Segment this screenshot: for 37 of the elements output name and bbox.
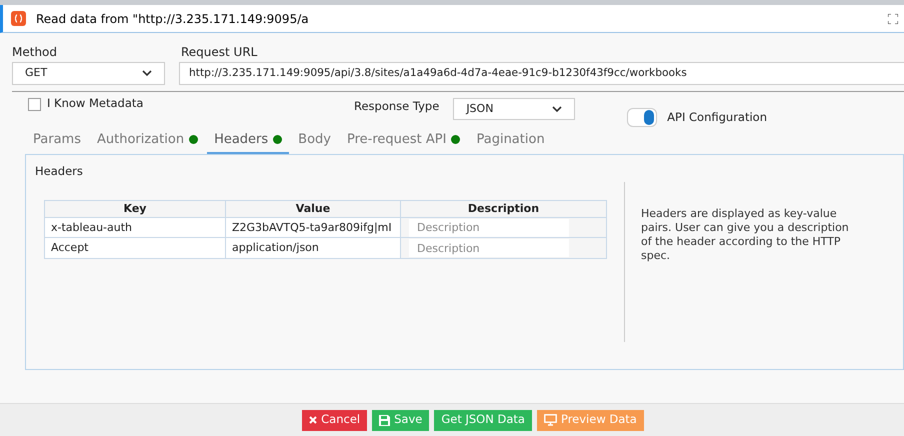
window-title: Read data from "http://3.235.171.149:9095/a [36, 10, 310, 28]
section-title: Headers [35, 163, 84, 180]
value-field[interactable]: application/json [226, 238, 401, 258]
column-header: Value [226, 201, 401, 218]
save-button[interactable]: Save [372, 410, 430, 430]
tab[interactable]: Pre-request API [340, 128, 468, 154]
url-field[interactable]: http://3.235.171.149:9095/api/3.8/sites/a1a49a6d-4d7a-4eae-91c9-b1230f43f9cc/workbooks [179, 62, 904, 85]
chevron-down-icon [552, 106, 562, 112]
chevron-down-icon [142, 70, 152, 77]
monitor-icon [544, 414, 557, 426]
tab[interactable]: Pagination [469, 128, 552, 154]
response-type-label: Response Type [354, 98, 440, 115]
tab[interactable]: Params [26, 128, 88, 154]
checkbox[interactable] [28, 98, 41, 110]
column-header: Description [466, 201, 540, 218]
maximize-icon[interactable] [888, 14, 898, 24]
url-label: Request URL [181, 44, 258, 58]
value-field[interactable]: Z2G3bAVTQ5-ta9ar809ifg|mI [226, 218, 401, 238]
tab[interactable]: Authorization [90, 128, 206, 154]
close-icon [309, 416, 318, 424]
preview-button[interactable]: Preview Data [536, 410, 644, 430]
checkbox-label: I Know Metadata [47, 95, 144, 112]
toggle-label: API Configuration [667, 108, 767, 126]
table-cell: Accept [45, 238, 226, 258]
description-field[interactable]: Description [409, 218, 569, 237]
cancel-button[interactable]: Cancel [302, 410, 368, 430]
app-icon [11, 11, 26, 26]
toggle-switch[interactable] [627, 108, 658, 127]
tab[interactable]: Body [291, 128, 338, 154]
get-data-button[interactable]: Get JSON Data [434, 410, 532, 430]
table-cell: x-tableau-auth [45, 218, 226, 238]
method-select[interactable]: GET [12, 62, 165, 85]
response-type-select[interactable]: JSON [453, 98, 576, 120]
column-header: Key [45, 201, 226, 218]
help-text: Headers are displayed as key-value pairs. User can give you a description of the header according to the HTTP spec. [641, 207, 850, 264]
method-label: Method [12, 44, 58, 58]
description-field[interactable]: Description [409, 239, 569, 258]
